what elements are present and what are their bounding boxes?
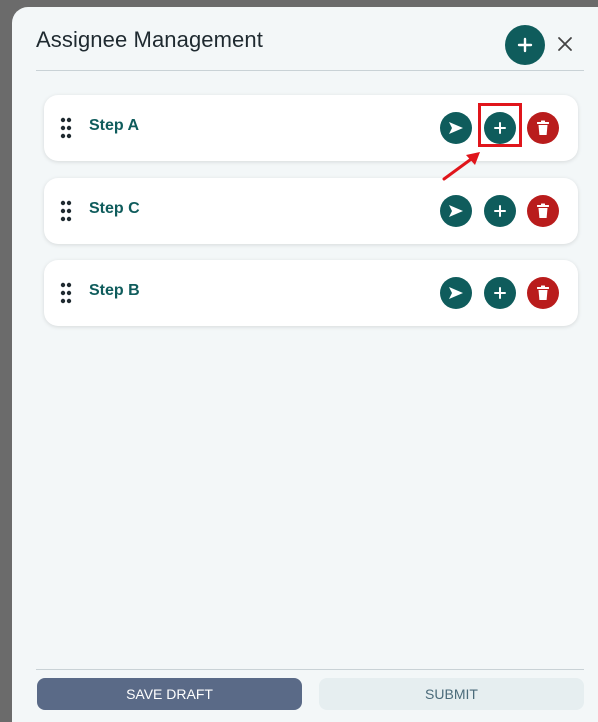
send-icon <box>449 205 463 217</box>
close-icon <box>558 37 572 51</box>
save-draft-button[interactable]: SAVE DRAFT <box>37 678 302 710</box>
close-button[interactable] <box>552 31 578 57</box>
send-icon <box>449 122 463 134</box>
annotation-highlight-box <box>478 103 522 147</box>
drag-handle-icon[interactable] <box>60 117 72 139</box>
trash-icon <box>537 285 549 300</box>
plus-icon <box>494 287 506 299</box>
trash-icon <box>537 203 549 218</box>
step-card[interactable]: Step C <box>44 178 578 244</box>
send-icon <box>449 287 463 299</box>
send-button[interactable] <box>440 277 472 309</box>
header-divider <box>36 70 584 71</box>
step-label: Step B <box>89 282 140 299</box>
delete-step-button[interactable] <box>527 195 559 227</box>
send-button[interactable] <box>440 195 472 227</box>
delete-step-button[interactable] <box>527 277 559 309</box>
footer-divider <box>36 669 584 670</box>
add-assignee-button[interactable] <box>484 195 516 227</box>
add-step-button[interactable] <box>505 25 545 65</box>
submit-button[interactable]: SUBMIT <box>319 678 584 710</box>
step-label: Step C <box>89 200 140 217</box>
assignee-management-dialog: Assignee Management Step A Step C Step B… <box>12 7 598 722</box>
drag-handle-icon[interactable] <box>60 282 72 304</box>
dialog-title: Assignee Management <box>36 27 263 52</box>
step-label: Step A <box>89 117 140 134</box>
delete-step-button[interactable] <box>527 112 559 144</box>
plus-icon <box>517 37 533 53</box>
trash-icon <box>537 120 549 135</box>
plus-icon <box>494 205 506 217</box>
send-button[interactable] <box>440 112 472 144</box>
step-card[interactable]: Step B <box>44 260 578 326</box>
annotation-arrow-icon <box>442 152 480 181</box>
drag-handle-icon[interactable] <box>60 200 72 222</box>
add-assignee-button[interactable] <box>484 277 516 309</box>
